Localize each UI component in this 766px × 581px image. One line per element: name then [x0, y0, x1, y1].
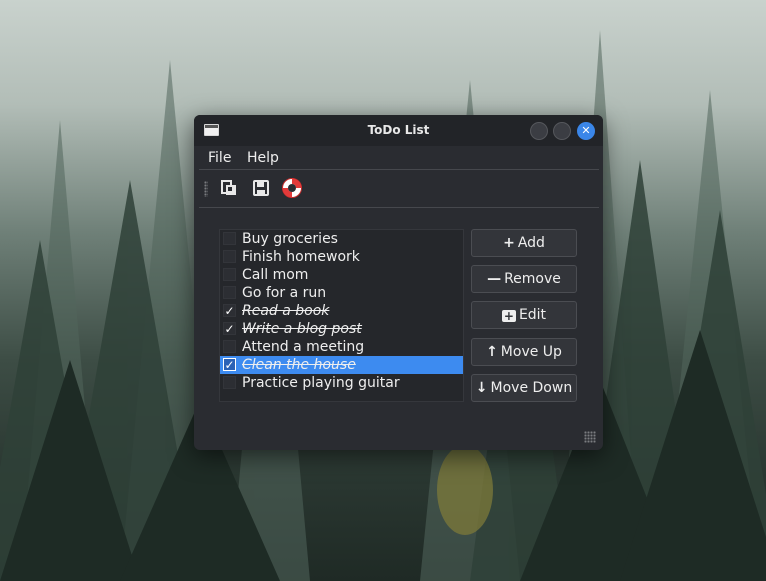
list-item[interactable]: ✓ Write a blog post [220, 320, 463, 338]
minimize-button[interactable] [530, 122, 548, 140]
remove-button[interactable]: — Remove [471, 265, 577, 293]
arrow-up-icon: ↑ [486, 344, 498, 360]
menu-help[interactable]: Help [247, 149, 279, 167]
toolbar-separator [199, 207, 599, 208]
checkbox[interactable] [223, 232, 236, 245]
save-icon[interactable] [250, 177, 272, 199]
toolbar-grip-handle[interactable] [204, 181, 208, 197]
edit-button[interactable]: + Edit [471, 301, 577, 329]
item-label: Attend a meeting [242, 339, 365, 355]
item-label: Call mom [242, 267, 309, 283]
desktop-wallpaper: ToDo List ✕ File Help Buy groceries Fini… [0, 0, 766, 581]
todo-list[interactable]: Buy groceries Finish homework Call mom G… [219, 229, 464, 402]
resize-grip-handle[interactable] [584, 431, 596, 443]
move-down-button-label: Move Down [490, 380, 573, 396]
list-item[interactable]: Practice playing guitar [220, 374, 463, 392]
move-up-button[interactable]: ↑ Move Up [471, 338, 577, 366]
checkbox[interactable] [223, 268, 236, 281]
checkbox-checked[interactable]: ✓ [223, 304, 236, 317]
checkbox[interactable] [223, 376, 236, 389]
item-label: Write a blog post [242, 321, 362, 337]
item-label: Buy groceries [242, 231, 338, 247]
list-item[interactable]: ✓ Read a book [220, 302, 463, 320]
help-lifebuoy-icon[interactable] [281, 177, 303, 199]
title-bar[interactable]: ToDo List ✕ [194, 115, 603, 146]
list-item[interactable]: Go for a run [220, 284, 463, 302]
checkbox-checked[interactable]: ✓ [223, 358, 236, 371]
list-item[interactable]: Buy groceries [220, 230, 463, 248]
arrow-down-icon: ↓ [475, 380, 488, 396]
list-item-selected[interactable]: ✓ Clean the house [220, 356, 463, 374]
list-item[interactable]: Attend a meeting [220, 338, 463, 356]
new-document-icon[interactable] [218, 177, 240, 199]
menu-bar: File Help [194, 146, 603, 170]
menu-separator [199, 169, 599, 170]
checkbox[interactable] [223, 250, 236, 263]
edit-button-label: Edit [518, 307, 547, 323]
item-label: Go for a run [242, 285, 327, 301]
move-up-button-label: Move Up [500, 344, 562, 360]
item-label: Read a book [242, 303, 330, 319]
add-button[interactable]: + Add [471, 229, 577, 257]
plus-icon: + [503, 235, 515, 251]
close-button[interactable]: ✕ [577, 122, 595, 140]
toolbar [194, 173, 603, 203]
todo-window: ToDo List ✕ File Help Buy groceries Fini… [194, 115, 603, 450]
minus-icon: — [487, 271, 502, 287]
menu-file[interactable]: File [208, 149, 231, 167]
checkbox[interactable] [223, 286, 236, 299]
checkbox[interactable] [223, 340, 236, 353]
list-item[interactable]: Call mom [220, 266, 463, 284]
edit-plus-box-icon: + [501, 309, 516, 323]
add-button-label: Add [517, 235, 545, 251]
list-item[interactable]: Finish homework [220, 248, 463, 266]
item-label: Finish homework [242, 249, 360, 265]
item-label: Practice playing guitar [242, 375, 400, 391]
item-label: Clean the house [242, 357, 356, 373]
maximize-button[interactable] [553, 122, 571, 140]
move-down-button[interactable]: ↓ Move Down [471, 374, 577, 402]
remove-button-label: Remove [504, 271, 561, 287]
checkbox-checked[interactable]: ✓ [223, 322, 236, 335]
